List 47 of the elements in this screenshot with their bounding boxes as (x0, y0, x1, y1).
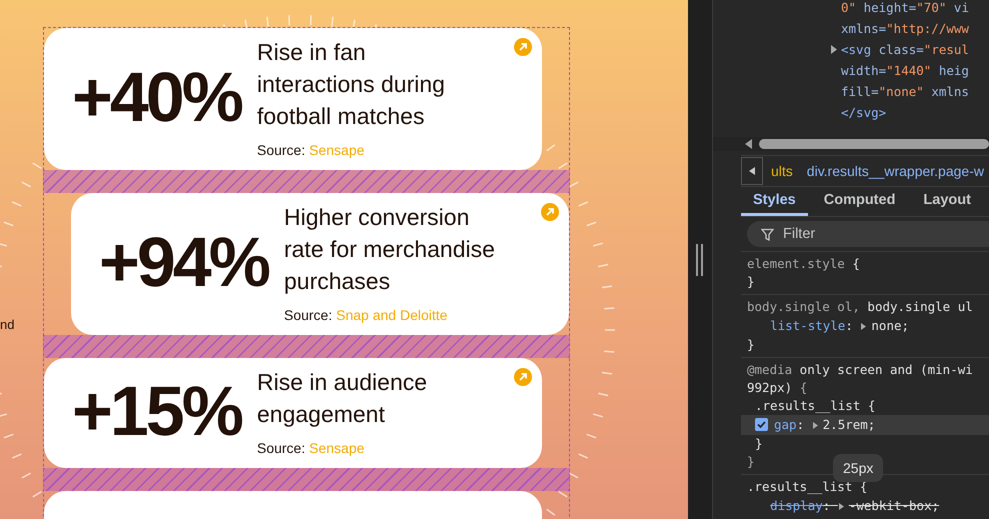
code-line[interactable]: width="1440" heig (841, 60, 989, 81)
panel-tab[interactable]: Layout (911, 186, 983, 216)
style-rule-line: } (754, 435, 763, 453)
source-line: Source: Snap and Deloitte (284, 307, 448, 323)
checkbox[interactable] (755, 418, 768, 431)
style-rule-line: .results__list { (754, 397, 876, 415)
code-line[interactable]: xmlns="http://www (841, 18, 989, 39)
scroll-left-icon[interactable] (745, 139, 753, 150)
expand-triangle-icon[interactable] (812, 422, 819, 429)
code-line[interactable]: <svg class="resul (841, 39, 989, 60)
panel-tab[interactable]: Styles (741, 186, 808, 216)
code-line[interactable]: fill="none" xmlns (841, 81, 989, 102)
stat-description: Higher conversion rate for merchandise purchases (284, 203, 496, 296)
breadcrumb[interactable]: ults (771, 162, 793, 179)
style-rule-line: 992px) { (746, 379, 808, 397)
filter-field[interactable]: Filter (747, 221, 989, 247)
stat-figure: +15% (72, 372, 242, 450)
stat-figure: +40% (72, 58, 242, 136)
panel-tab[interactable]: Computed (812, 186, 908, 216)
style-rule-line: } (746, 336, 755, 354)
style-property[interactable]: gap: 2.5rem; (741, 415, 989, 435)
stat-figure: +94% (99, 224, 270, 300)
stat-description: Rise in fan interactions during football matches (256, 38, 446, 131)
code-line[interactable]: </svg> (841, 102, 989, 123)
scrollbar-thumb[interactable] (759, 139, 989, 150)
caret-left-icon (749, 166, 755, 175)
style-property[interactable]: display: -webkit-box; (741, 496, 989, 516)
tooltip: 25px (833, 454, 884, 482)
style-rule-line: @media only screen and (min-wi (746, 361, 973, 379)
expand-triangle-icon[interactable] (830, 45, 838, 54)
style-property[interactable]: list-style: none; (741, 316, 989, 336)
code-line[interactable]: 0" height="70" vi (841, 0, 989, 18)
style-rule-line: } (746, 273, 755, 291)
expand-triangle-icon[interactable] (860, 323, 868, 330)
style-rule-line: } (746, 453, 755, 471)
scroll-left-button[interactable] (741, 156, 763, 185)
filter-icon (761, 228, 774, 241)
breadcrumb[interactable]: div.results__wrapper.page-w (806, 162, 984, 179)
expand-triangle-icon[interactable] (838, 503, 845, 510)
stat-description: Rise in audience engagement (256, 368, 428, 429)
cut-off-text: nd (0, 317, 14, 332)
source-line: Source: Sensape (256, 142, 366, 158)
checkmark-icon (756, 419, 767, 430)
style-rule-line: element.style { (746, 255, 860, 273)
style-rule-line: body.single ol, body.single ul (746, 298, 973, 316)
resize-handle-icon[interactable] (696, 244, 704, 276)
source-line: Source: Sensape (256, 440, 366, 456)
